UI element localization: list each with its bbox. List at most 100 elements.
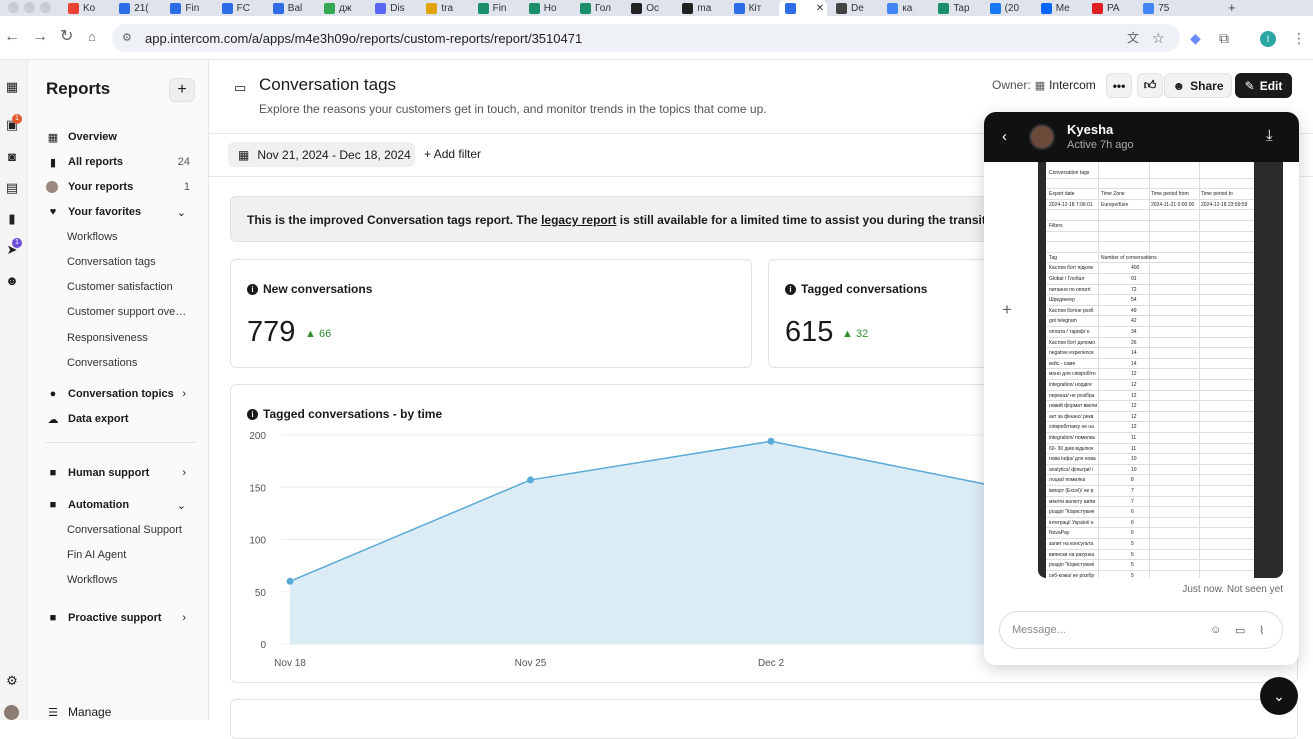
message-input[interactable]: Message... ☺ ▭ ⌇ <box>999 611 1283 649</box>
browser-tab[interactable]: 21( <box>113 0 161 16</box>
browser-tab[interactable]: Bal <box>267 0 315 16</box>
translate-icon[interactable]: 文 <box>1127 31 1139 45</box>
close-tab-icon[interactable]: ✕ <box>816 3 824 14</box>
browser-menu-icon[interactable]: ⋮ <box>1292 31 1306 45</box>
profile-avatar[interactable]: I <box>1260 31 1276 47</box>
sidebar-item-manage[interactable]: ☰ Manage <box>46 702 206 722</box>
browser-tab[interactable]: PA <box>1086 0 1134 16</box>
add-filter-button[interactable]: + Add filter <box>424 147 481 161</box>
browser-tab[interactable]: Ko <box>62 0 110 16</box>
favorite-workflows[interactable]: Workflows <box>67 231 187 243</box>
sidebar-item-human-support[interactable]: ■ Human support › <box>46 463 206 483</box>
share-button[interactable]: ☻ Share <box>1164 73 1232 98</box>
forward-icon[interactable]: → <box>32 29 48 45</box>
favorite-conversation-tags[interactable]: Conversation tags <box>67 256 187 268</box>
browser-tab[interactable]: De <box>830 0 878 16</box>
favorite-responsiveness[interactable]: Responsiveness <box>67 332 187 344</box>
legacy-report-link[interactable]: legacy report <box>541 213 616 227</box>
chat-launcher-button[interactable]: ⌄ <box>1260 677 1298 715</box>
browser-tab[interactable]: tra <box>420 0 468 16</box>
browser-tab[interactable]: Dis <box>369 0 417 16</box>
sheet-cell: 400 <box>1131 265 1140 272</box>
browser-tab[interactable]: дж <box>318 0 366 16</box>
download-icon[interactable]: ⤓ <box>1266 127 1273 144</box>
favorite-customer-satisfaction[interactable]: Customer satisfaction <box>67 281 187 293</box>
thumbs-up-button[interactable]: 👍︎ <box>1137 73 1163 98</box>
sidebar-item-automation[interactable]: ■ Automation ⌄ <box>46 495 206 515</box>
info-icon[interactable]: i <box>247 408 258 420</box>
site-settings-icon[interactable]: ⚙ <box>122 31 132 45</box>
sheet-cell: 14 <box>1131 360 1137 367</box>
window-close-dot[interactable] <box>8 2 19 13</box>
browser-tab[interactable]: Кіт <box>728 0 776 16</box>
settings-icon[interactable]: ⚙ <box>5 674 19 688</box>
browser-tab[interactable]: ка <box>881 0 929 16</box>
automation-workflows[interactable]: Workflows <box>67 574 187 586</box>
browser-tab[interactable]: Гол <box>574 0 622 16</box>
extension-translate-icon[interactable]: ◆ <box>1190 31 1201 45</box>
chevron-left-icon[interactable]: ‹ <box>1002 128 1007 145</box>
sheet-cell: співробітнику не на <box>1049 424 1094 431</box>
user-avatar[interactable] <box>4 705 19 720</box>
browser-tab[interactable]: Ho <box>523 0 571 16</box>
sidebar-item-overview[interactable]: ▦ Overview <box>46 127 206 147</box>
sidebar-item-all-reports[interactable]: ▮ All reports 24 <box>46 152 206 172</box>
info-icon[interactable]: i <box>785 283 796 295</box>
window-zoom-dot[interactable] <box>40 2 51 13</box>
bookmark-star-icon[interactable]: ☆ <box>1152 31 1165 45</box>
automation-conversational-support[interactable]: Conversational Support <box>67 524 187 536</box>
emoji-icon[interactable]: ☺ <box>1210 624 1221 636</box>
contacts-icon[interactable]: ☻ <box>5 274 19 288</box>
reports-icon[interactable]: ▮ <box>5 212 19 226</box>
window-minimize-dot[interactable] <box>24 2 35 13</box>
edit-button[interactable]: ✎ Edit <box>1235 73 1292 98</box>
spreadsheet-image[interactable]: Conversation tags Export date Time Zone Tim… <box>1038 162 1283 578</box>
info-icon[interactable]: i <box>247 283 258 295</box>
sidebar-item-proactive-support[interactable]: ■ Proactive support › <box>46 608 206 628</box>
tab-label: Гол <box>595 2 611 14</box>
browser-tab[interactable]: ma <box>676 0 724 16</box>
back-icon[interactable]: ← <box>4 29 20 45</box>
add-report-button[interactable]: + <box>169 78 195 102</box>
browser-tab[interactable]: Me <box>1035 0 1083 16</box>
attachment-icon[interactable]: ⌇ <box>1259 624 1264 637</box>
intercom-logo-icon[interactable]: ▦ <box>5 80 19 94</box>
sidebar-item-data-export[interactable]: ☁ Data export <box>46 409 206 429</box>
y-tick-label: 100 <box>249 536 266 547</box>
browser-tab[interactable]: Fin <box>472 0 520 16</box>
gif-icon[interactable]: ▭ <box>1235 624 1245 637</box>
sidebar-toggle-icon[interactable]: ▭ <box>234 80 246 96</box>
plus-icon[interactable]: + <box>1002 300 1012 320</box>
reload-icon[interactable]: ↻ <box>60 29 73 45</box>
knowledge-icon[interactable]: ▤ <box>5 181 19 195</box>
sidebar-item-your-reports[interactable]: Your reports 1 <box>46 177 206 197</box>
browser-tab[interactable]: Fin <box>164 0 212 16</box>
sidebar-item-your-favorites[interactable]: ♥ Your favorites ⌄ <box>46 202 206 222</box>
browser-tab[interactable]: FC <box>216 0 264 16</box>
browser-tab[interactable]: Oc <box>625 0 673 16</box>
sheet-row: NovaPay 6 <box>1046 528 1254 539</box>
sheet-cell: розділ "Користувачі <box>1049 562 1095 569</box>
message-placeholder: Message... <box>1012 624 1066 636</box>
automation-fin-ai-agent[interactable]: Fin AI Agent <box>67 549 187 561</box>
favorite-customer-support-overview[interactable]: Customer support over... <box>67 306 187 318</box>
more-button[interactable]: ••• <box>1106 73 1132 98</box>
edit-label: Edit <box>1259 78 1283 93</box>
browser-tab[interactable]: ✕ <box>778 0 827 16</box>
new-tab-button[interactable]: + <box>1228 0 1236 16</box>
favorite-conversations[interactable]: Conversations <box>67 357 187 369</box>
fin-icon[interactable]: ◙ <box>5 150 19 164</box>
extensions-icon[interactable]: ⧉ <box>1219 31 1229 45</box>
sheet-row: міняти валюту автів 7 <box>1046 497 1254 508</box>
home-icon[interactable]: ⌂ <box>88 29 96 45</box>
url-text[interactable]: app.intercom.com/a/apps/m4e3h09o/reports… <box>145 31 582 46</box>
browser-tab[interactable]: 75 <box>1137 0 1185 16</box>
sheet-cell: Кастом бот/ підклю <box>1049 265 1094 272</box>
browser-tab[interactable]: Tap <box>932 0 980 16</box>
date-range-picker[interactable]: ▦ Nov 21, 2024 - Dec 18, 2024 <box>228 142 415 167</box>
sidebar-item-conversation-topics[interactable]: ● Conversation topics › <box>46 384 206 404</box>
sheet-cell: 5 <box>1131 551 1134 558</box>
browser-tab[interactable]: (20 <box>984 0 1032 16</box>
area-fill <box>290 441 1012 644</box>
sheet-cell: 5 <box>1131 562 1134 569</box>
